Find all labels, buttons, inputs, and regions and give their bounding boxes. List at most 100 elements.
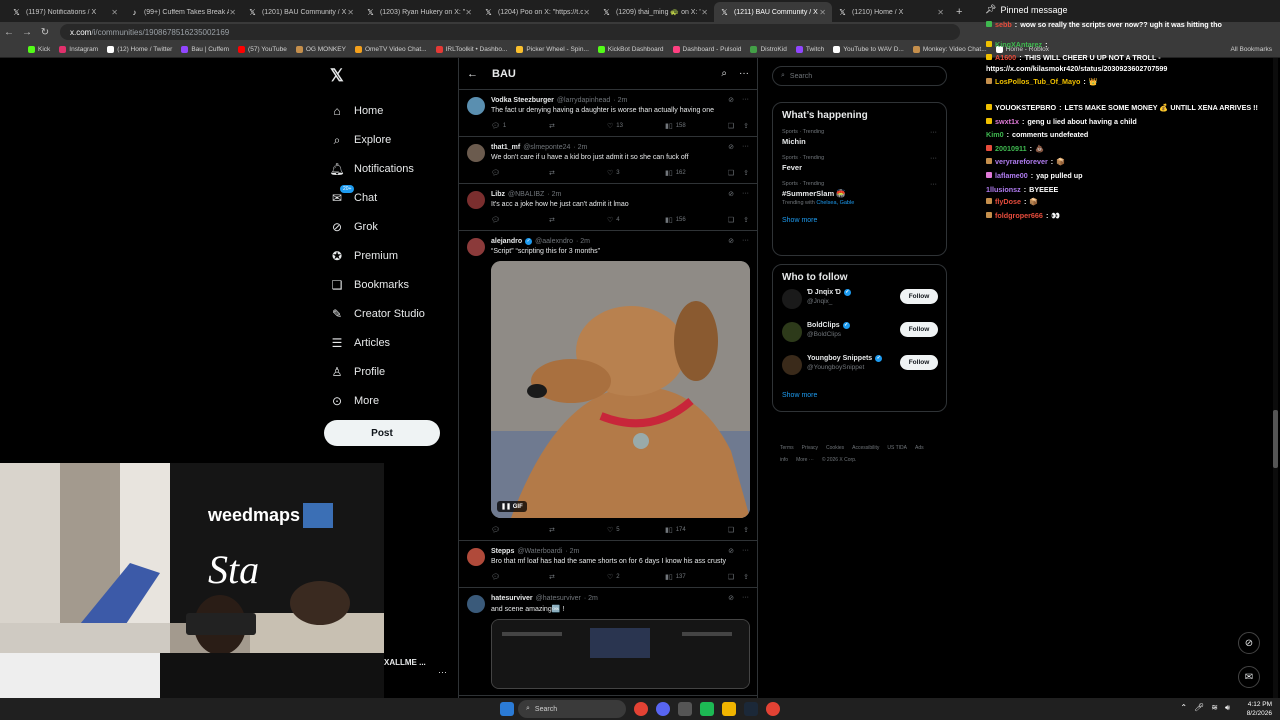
bookmark-item[interactable]: Monkey: Video Chat... [912, 46, 987, 53]
more-icon[interactable]: ··· [742, 594, 749, 602]
search-icon[interactable]: ⌕ [721, 68, 727, 79]
author-handle[interactable]: @larrydapinhead [557, 97, 610, 104]
more-icon[interactable]: ··· [930, 155, 937, 162]
scrollbar-thumb[interactable] [1273, 410, 1278, 468]
like-button[interactable]: ♡ 5 [607, 526, 665, 534]
bookmark-icon[interactable]: ❑ [728, 216, 734, 224]
chat-username[interactable]: swxt1x [995, 117, 1019, 126]
page-scrollbar[interactable] [1273, 58, 1278, 698]
reply-button[interactable]: 💬︎ [491, 169, 549, 177]
app-green-icon[interactable] [700, 702, 714, 716]
author-name[interactable]: Vodka Steezburger [491, 97, 554, 104]
grok-icon[interactable]: ⊘ [728, 190, 734, 198]
post[interactable]: that1_mf @slmeponte24 · 2m ⊘ ··· We don't car… [459, 137, 757, 184]
chat-username[interactable]: 20010911 [995, 144, 1027, 153]
follow-button[interactable]: Follow [900, 322, 938, 337]
share-icon[interactable]: ⇪ [743, 216, 749, 224]
bookmark-item[interactable]: (57) YouTube [238, 46, 287, 53]
back-arrow-icon[interactable]: ← [0, 27, 18, 38]
grok-float-icon[interactable]: ⊘ [1238, 632, 1260, 654]
share-icon[interactable]: ⇪ [743, 169, 749, 177]
nav-item-explore[interactable]: ⌕ Explore [330, 133, 392, 147]
show-more-link[interactable]: Show more [773, 209, 946, 234]
close-icon[interactable]: ✕ [937, 8, 944, 17]
steam-icon[interactable] [744, 702, 758, 716]
bookmark-item[interactable]: Dashboard - Pulsoid [672, 46, 741, 53]
avatar[interactable] [467, 191, 485, 209]
browser-tab[interactable]: 𝕏 (1197) Notifications / X ✕ [6, 2, 124, 22]
post[interactable]: hatesurviver @hatesurviver · 2m ⊘ ··· and sce… [459, 588, 757, 696]
repost-button[interactable]: ⇄ [549, 169, 607, 177]
nav-item-bookmarks[interactable]: ❑ Bookmarks [330, 278, 409, 292]
author-name[interactable]: Stepps [491, 548, 514, 555]
like-button[interactable]: ♡ 3 [607, 169, 665, 177]
post-image[interactable] [491, 619, 750, 689]
reply-button[interactable]: 💬︎ 1 [491, 122, 549, 130]
trend-item[interactable]: Sports · Trending Fever ··· [773, 149, 946, 175]
repost-button[interactable]: ⇄ [549, 122, 607, 130]
share-icon[interactable]: ⇪ [743, 573, 749, 581]
share-icon[interactable]: ⇪ [743, 122, 749, 130]
grok-icon[interactable]: ⊘ [728, 594, 734, 602]
chrome-active-icon[interactable] [766, 702, 780, 716]
post[interactable]: Stepps @Waterboardi · 2m ⊘ ··· Bro that mf lo… [459, 541, 757, 588]
chat-username[interactable]: flyDose [995, 197, 1021, 206]
like-button[interactable]: ♡ 13 [607, 122, 665, 130]
bookmark-icon[interactable]: ❑ [728, 122, 734, 130]
chat-username[interactable]: LosPollos_Tub_Of_Mayo [995, 77, 1080, 86]
chrome-icon[interactable] [634, 702, 648, 716]
avatar[interactable] [782, 322, 802, 342]
bookmark-item[interactable]: KickBot Dashboard [597, 46, 664, 53]
post[interactable]: Libz @NBALIBZ · 2m ⊘ ··· It's acc a joke how … [459, 184, 757, 231]
author-name[interactable]: Libz [491, 191, 505, 198]
like-button[interactable]: ♡ 4 [607, 216, 665, 224]
nav-item-articles[interactable]: ☰ Articles [330, 336, 390, 350]
pause-icon[interactable]: ❚❚ [501, 504, 513, 510]
browser-tab[interactable]: 𝕏 (1204) Poo on X: "https://t.co/✕ [478, 2, 596, 22]
views-button[interactable]: ▮▯ 137 [665, 573, 723, 581]
bookmark-icon[interactable]: ❑ [728, 573, 734, 581]
browser-tab[interactable]: 𝕏 (1201) BAU Community / X ✕ [242, 2, 360, 22]
file-explorer-icon[interactable] [722, 702, 736, 716]
close-icon[interactable]: ✕ [819, 8, 826, 17]
taskbar-search[interactable]: ⌕ Search [518, 700, 626, 718]
bookmark-item[interactable]: (12) Home / Twitter [107, 46, 172, 53]
chat-username[interactable]: foldgroper666 [995, 211, 1043, 220]
avatar[interactable] [467, 238, 485, 256]
bookmark-item[interactable]: IRLToolkit • Dashbo... [435, 46, 507, 53]
views-button[interactable]: ▮▯ 174 [665, 526, 723, 534]
bookmark-item[interactable]: OmeTV Video Chat... [354, 46, 427, 53]
reply-button[interactable]: 💬︎ [491, 573, 549, 581]
footer-link[interactable]: © 2026 X Corp. [822, 457, 857, 463]
browser-tab[interactable]: 𝕏 (1210) Home / X ✕ [832, 2, 950, 22]
more-icon[interactable]: ··· [739, 68, 749, 79]
post-gif[interactable]: ❚❚ GIF [491, 261, 750, 518]
author-handle[interactable]: @slmeponte24 [523, 144, 570, 151]
trend-item[interactable]: Sports · Trending Michin ··· [773, 123, 946, 149]
footer-link[interactable]: Terms [780, 445, 794, 451]
grok-icon[interactable]: ⊘ [728, 143, 734, 151]
nav-item-profile[interactable]: ♙ Profile [330, 365, 386, 379]
discord-icon[interactable] [656, 702, 670, 716]
repost-button[interactable]: ⇄ [549, 573, 607, 581]
avatar[interactable] [467, 548, 485, 566]
close-icon[interactable]: ✕ [583, 8, 590, 17]
post[interactable]: alejandro ✓ @aalexndro · 2m ⊘ ··· “Script” “sc… [459, 231, 757, 541]
nav-item-notifications[interactable]: 🔔︎ Notifications [329, 162, 414, 176]
repost-button[interactable]: ⇄ [549, 526, 607, 534]
close-icon[interactable]: ✕ [347, 8, 354, 17]
author-name[interactable]: hatesurviver [491, 595, 533, 602]
chat-username[interactable]: A1600 [995, 53, 1016, 62]
show-more-link[interactable]: Show more [773, 384, 946, 409]
more-icon[interactable]: ··· [930, 181, 937, 188]
author-handle[interactable]: @aalexndro [535, 238, 573, 245]
chat-username[interactable]: veryrareforever [995, 157, 1048, 166]
trend-item[interactable]: Sports · Trending #SummerSlam 🏟️ Trending … [773, 175, 946, 209]
close-icon[interactable]: ✕ [465, 8, 472, 17]
chat-username[interactable]: Kim0 [986, 130, 1004, 139]
follow-button[interactable]: Follow [900, 355, 938, 370]
reload-icon[interactable]: ↻ [36, 27, 54, 38]
bookmark-item[interactable]: Kick [28, 46, 50, 53]
volume-icon[interactable]: 🔊︎ [1225, 703, 1230, 713]
grok-icon[interactable]: ⊘ [728, 237, 734, 245]
